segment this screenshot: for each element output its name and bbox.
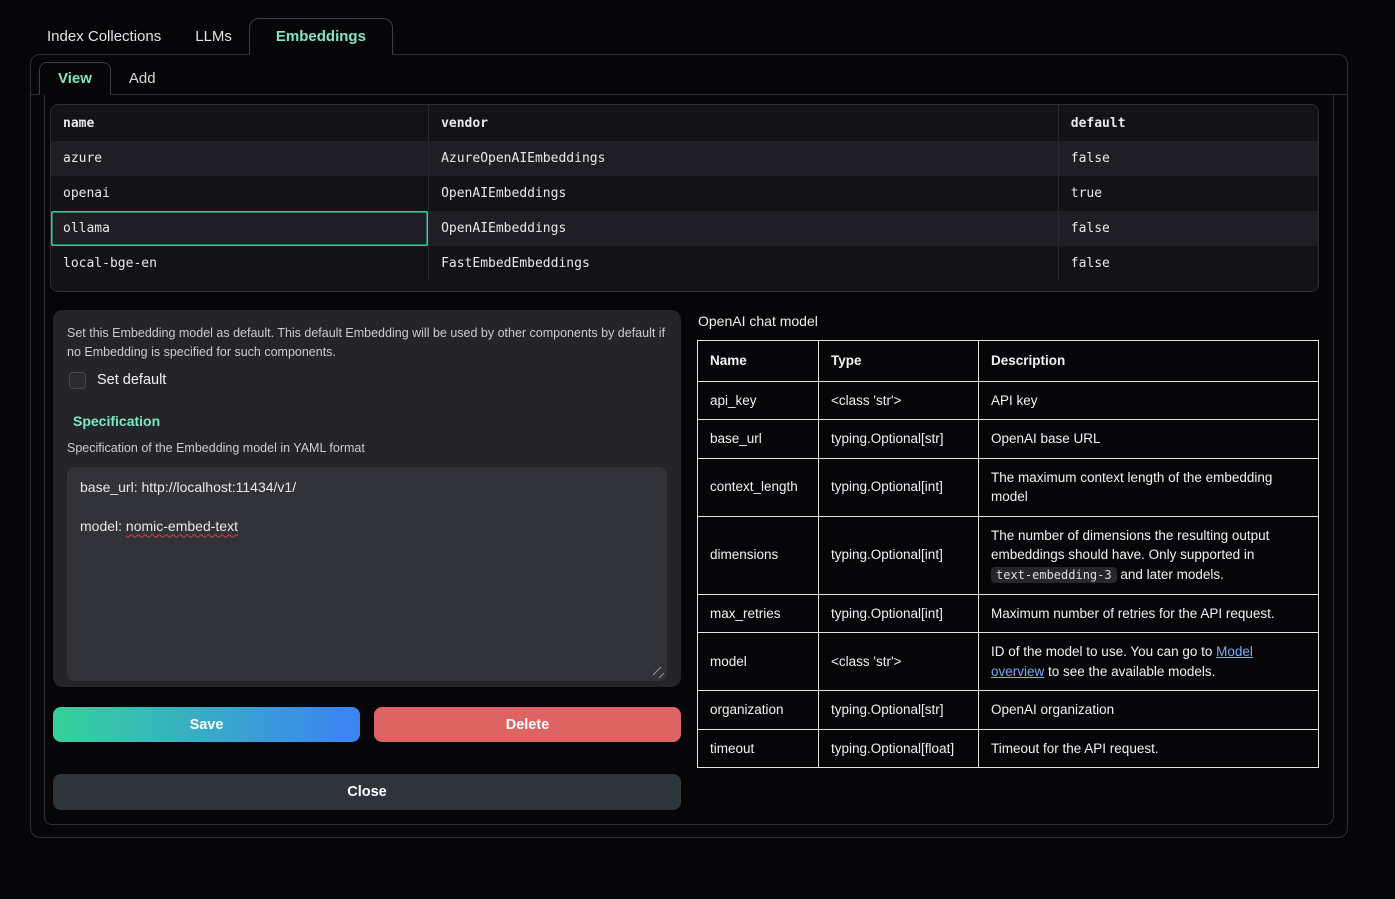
subtab-add[interactable]: Add [111,63,174,94]
column-header-vendor: vendor [429,105,1059,141]
param-type: <class 'str'> [819,633,979,691]
cell-name[interactable]: openai [51,176,429,211]
param-description: Maximum number of retries for the API re… [979,594,1319,633]
cell-default[interactable]: false [1058,246,1318,281]
param-type: <class 'str'> [819,381,979,420]
set-default-checkbox[interactable] [69,372,86,389]
description-text: to see the available models. [1044,664,1215,679]
cell-vendor[interactable]: OpenAIEmbeddings [429,176,1059,211]
settings-panel: Set this Embedding model as default. Thi… [53,310,681,687]
table-header-row: name vendor default [51,105,1318,141]
edit-column: Set this Embedding model as default. Thi… [53,310,681,810]
yaml-line-2-value: nomic-embed-text [126,518,238,534]
default-description: Set this Embedding model as default. Thi… [67,324,667,362]
docs-title: OpenAI chat model [698,313,1319,329]
param-description: The maximum context length of the embedd… [979,458,1319,516]
param-name: context_length [698,458,819,516]
docs-header-row: Name Type Description [698,341,1319,382]
docs-row: model <class 'str'> ID of the model to u… [698,633,1319,691]
table-row[interactable]: openai OpenAIEmbeddings true [51,176,1318,211]
cell-default[interactable]: true [1058,176,1318,211]
docs-header-name: Name [698,341,819,382]
specification-note: Specification of the Embedding model in … [67,441,667,455]
description-text: and later models. [1117,567,1224,582]
yaml-spec-textarea[interactable]: base_url: http://localhost:11434/v1/ mod… [67,467,667,681]
delete-button[interactable]: Delete [374,707,681,742]
param-description: OpenAI organization [979,691,1319,730]
param-description: ID of the model to use. You can go to Mo… [979,633,1319,691]
cell-name[interactable]: ollama [51,211,429,246]
param-name: timeout [698,729,819,768]
view-tab-content: name vendor default azure AzureOpenAIEmb… [44,95,1334,825]
param-name: organization [698,691,819,730]
param-type: typing.Optional[int] [819,516,979,594]
docs-row: context_length typing.Optional[int] The … [698,458,1319,516]
param-type: typing.Optional[int] [819,594,979,633]
cell-vendor[interactable]: AzureOpenAIEmbeddings [429,141,1059,176]
docs-column: OpenAI chat model Name Type Description … [697,310,1319,810]
cell-default[interactable]: false [1058,211,1318,246]
docs-row: timeout typing.Optional[float] Timeout f… [698,729,1319,768]
code-chip: text-embedding-3 [991,567,1117,583]
docs-header-description: Description [979,341,1319,382]
column-header-default: default [1058,105,1318,141]
cell-default[interactable]: false [1058,141,1318,176]
embeddings-panel: View Add name vendor default azure Azure… [30,54,1348,838]
param-name: base_url [698,420,819,459]
save-button[interactable]: Save [53,707,360,742]
cell-name[interactable]: azure [51,141,429,176]
table-row[interactable]: local-bge-en FastEmbedEmbeddings false [51,246,1318,281]
docs-row: base_url typing.Optional[str] OpenAI bas… [698,420,1319,459]
param-type: typing.Optional[float] [819,729,979,768]
yaml-line-1: base_url: http://localhost:11434/v1/ [80,479,296,495]
param-description: OpenAI base URL [979,420,1319,459]
param-type: typing.Optional[str] [819,691,979,730]
docs-row: dimensions typing.Optional[int] The numb… [698,516,1319,594]
param-description: The number of dimensions the resulting o… [979,516,1319,594]
cell-vendor[interactable]: OpenAIEmbeddings [429,211,1059,246]
cell-vendor[interactable]: FastEmbedEmbeddings [429,246,1059,281]
param-name: dimensions [698,516,819,594]
embeddings-table-wrapper: name vendor default azure AzureOpenAIEmb… [50,104,1319,292]
docs-table: Name Type Description api_key <class 'st… [697,340,1319,768]
tab-embeddings[interactable]: Embeddings [249,18,393,55]
embeddings-table: name vendor default azure AzureOpenAIEmb… [51,105,1318,281]
param-name: api_key [698,381,819,420]
yaml-line-2-prefix: model: [80,518,126,534]
docs-row: max_retries typing.Optional[int] Maximum… [698,594,1319,633]
set-default-label: Set default [97,372,166,388]
set-default-row[interactable]: Set default [69,372,665,389]
param-name: model [698,633,819,691]
table-row[interactable]: azure AzureOpenAIEmbeddings false [51,141,1318,176]
textarea-resize-handle[interactable] [653,667,664,678]
param-name: max_retries [698,594,819,633]
docs-row: api_key <class 'str'> API key [698,381,1319,420]
tab-llms[interactable]: LLMs [178,19,249,54]
description-text: ID of the model to use. You can go to [991,644,1216,659]
docs-row: organization typing.Optional[str] OpenAI… [698,691,1319,730]
table-row-selected[interactable]: ollama OpenAIEmbeddings false [51,211,1318,246]
description-text: The number of dimensions the resulting o… [991,528,1269,563]
close-button[interactable]: Close [53,774,681,810]
subtab-bar: View Add [31,55,1347,95]
param-type: typing.Optional[int] [819,458,979,516]
column-header-name: name [51,105,429,141]
top-tab-bar: Index Collections LLMs Embeddings [30,18,1348,54]
specification-heading: Specification [73,413,667,429]
param-description: API key [979,381,1319,420]
subtab-view[interactable]: View [39,62,111,95]
docs-header-type: Type [819,341,979,382]
param-type: typing.Optional[str] [819,420,979,459]
cell-name[interactable]: local-bge-en [51,246,429,281]
param-description: Timeout for the API request. [979,729,1319,768]
tab-index-collections[interactable]: Index Collections [30,19,178,54]
